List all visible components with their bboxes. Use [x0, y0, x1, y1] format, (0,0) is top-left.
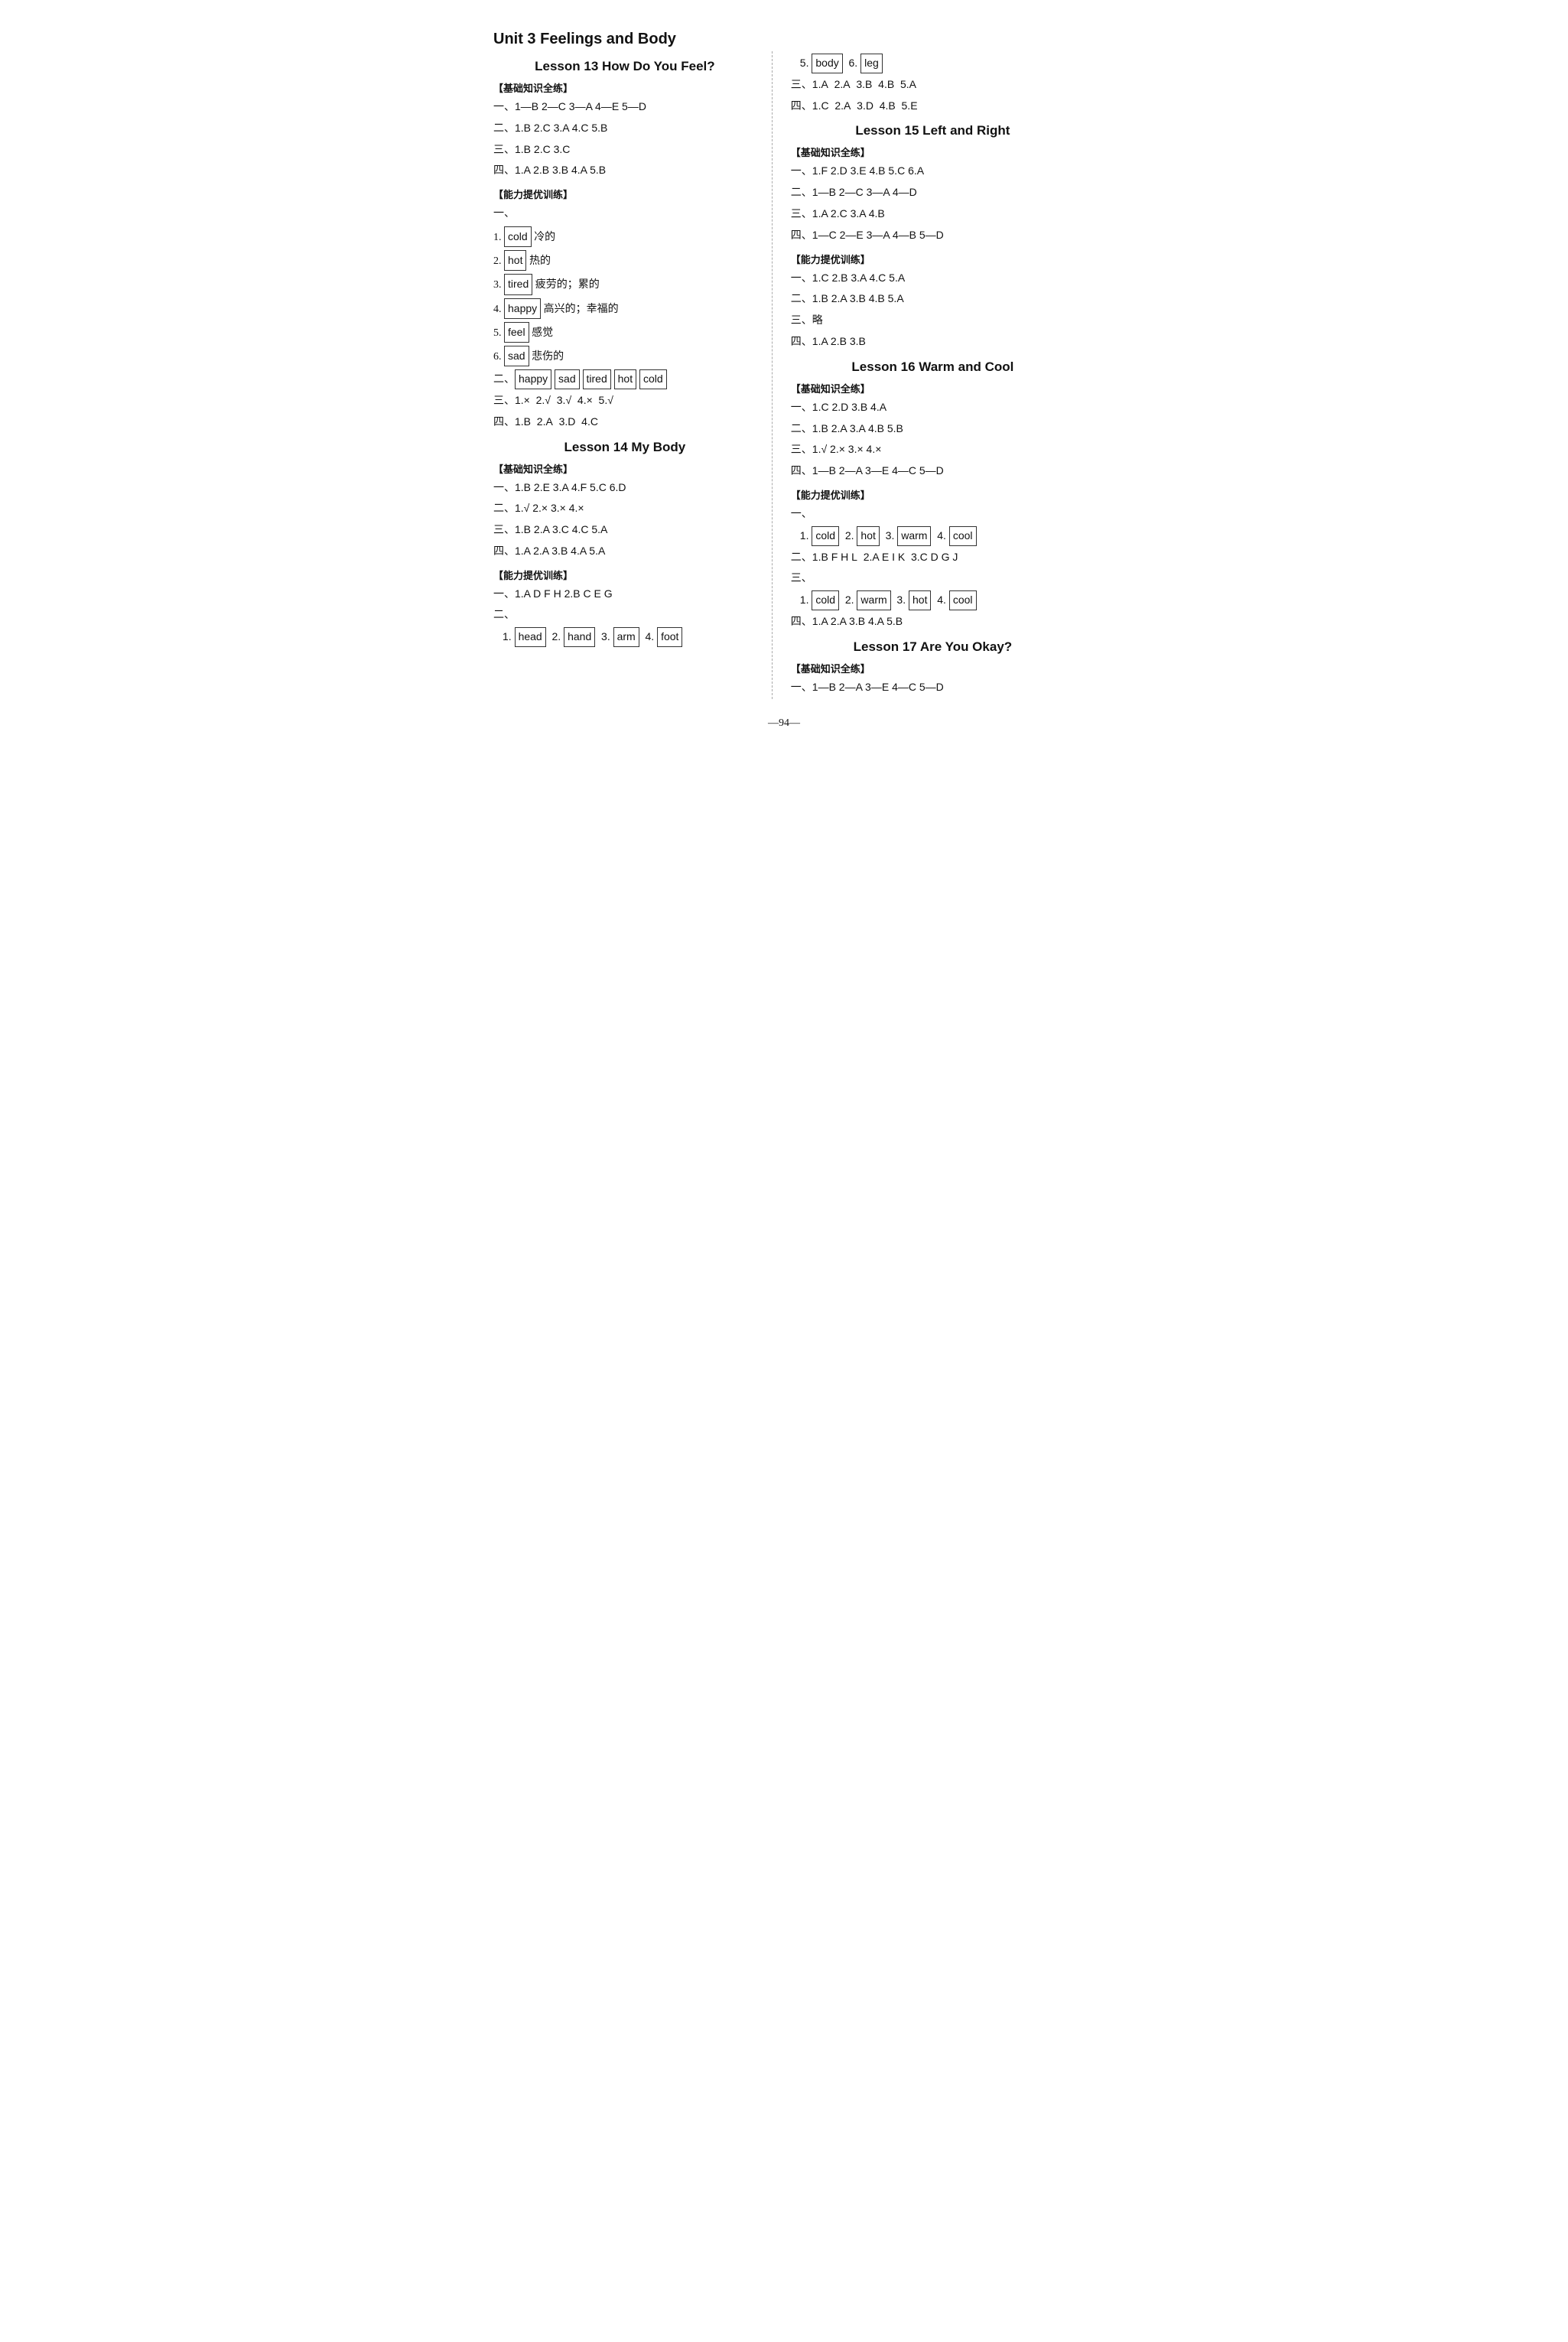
l13-neng-si: 四、1.B 2.A 3.D 4.C: [493, 413, 756, 432]
l14-jichu-1: 一、1.B 2.E 3.A 4.F 5.C 6.D: [493, 479, 756, 498]
unit-title: Unit 3 Feelings and Body: [493, 31, 1075, 48]
l15-neng-er: 二、1.B 2.A 3.B 4.B 5.A: [791, 290, 1075, 309]
l16-neng-si: 四、1.A 2.A 3.B 4.A 5.B: [791, 613, 1075, 632]
l15-neng-yi: 一、1.C 2.B 3.A 4.C 5.A: [791, 269, 1075, 288]
lesson15-neng-tag: 【能力提优训练】: [791, 252, 1075, 266]
page-wrapper: Unit 3 Feelings and Body Lesson 13 How D…: [493, 31, 1075, 730]
l13-jichu-4: 四、1.A 2.B 3.B 4.A 5.B: [493, 161, 756, 181]
l14-jichu-2: 二、1.√ 2.× 3.× 4.×: [493, 499, 756, 519]
lesson14-right-block: 5. body 6. leg 三、1.A 2.A 3.B 4.B 5.A 四、1…: [791, 54, 1075, 115]
lesson16-block: Lesson 16 Warm and Cool 【基础知识全练】 一、1.C 2…: [791, 359, 1075, 632]
lesson14-block: Lesson 14 My Body 【基础知识全练】 一、1.B 2.E 3.A…: [493, 440, 756, 648]
left-column: Lesson 13 How Do You Feel? 【基础知识全练】 一、1—…: [493, 51, 773, 699]
lesson16-title: Lesson 16 Warm and Cool: [791, 359, 1075, 375]
lesson16-neng-tag: 【能力提优训练】: [791, 487, 1075, 502]
l13-vocab-6: 6. sad 悲伤的: [493, 346, 756, 366]
lesson13-title: Lesson 13 How Do You Feel?: [493, 59, 756, 74]
l15-neng-san: 三、略: [791, 311, 1075, 330]
l15-jichu-3: 三、1.A 2.C 3.A 4.B: [791, 205, 1075, 224]
lesson14-title: Lesson 14 My Body: [493, 440, 756, 455]
lesson13-block: Lesson 13 How Do You Feel? 【基础知识全练】 一、1—…: [493, 59, 756, 432]
l16-neng-er: 二、1.B F H L 2.A E I K 3.C D G J: [791, 548, 1075, 568]
lesson14-jichu-tag: 【基础知识全练】: [493, 461, 756, 476]
l13-jichu-1: 一、1—B 2—C 3—A 4—E 5—D: [493, 98, 756, 117]
l13-jichu-3: 三、1.B 2.C 3.C: [493, 141, 756, 160]
l13-neng-yi-label: 一、: [493, 204, 756, 223]
l14-right-san: 三、1.A 2.A 3.B 4.B 5.A: [791, 76, 1075, 95]
lesson15-jichu-tag: 【基础知识全练】: [791, 145, 1075, 159]
lesson17-jichu-tag: 【基础知识全练】: [791, 661, 1075, 675]
l17-jichu-yi: 一、1—B 2—A 3—E 4—C 5—D: [791, 678, 1075, 698]
l13-jichu-2: 二、1.B 2.C 3.A 4.C 5.B: [493, 119, 756, 138]
l14-jichu-4: 四、1.A 2.A 3.B 4.A 5.A: [493, 542, 756, 561]
lesson15-title: Lesson 15 Left and Right: [791, 123, 1075, 138]
l15-jichu-1: 一、1.F 2.D 3.E 4.B 5.C 6.A: [791, 162, 1075, 181]
l13-vocab-5: 5. feel 感觉: [493, 322, 756, 343]
lesson13-neng-tag: 【能力提优训练】: [493, 187, 756, 201]
right-column: 5. body 6. leg 三、1.A 2.A 3.B 4.B 5.A 四、1…: [773, 51, 1075, 699]
lesson15-block: Lesson 15 Left and Right 【基础知识全练】 一、1.F …: [791, 123, 1075, 351]
l14-right-56: 5. body 6. leg: [800, 54, 1075, 73]
l16-jichu-3: 三、1.√ 2.× 3.× 4.×: [791, 441, 1075, 460]
l14-jichu-3: 三、1.B 2.A 3.C 4.C 5.A: [493, 521, 756, 540]
lesson17-block: Lesson 17 Are You Okay? 【基础知识全练】 一、1—B 2…: [791, 639, 1075, 698]
l14-neng-er-vocab: 1. head 2. hand 3. arm 4. foot: [503, 627, 756, 647]
l13-vocab-4: 4. happy 高兴的；幸福的: [493, 298, 756, 319]
l13-neng-er: 二、happy sad tired hot cold: [493, 369, 756, 389]
l16-jichu-2: 二、1.B 2.A 3.A 4.B 5.B: [791, 420, 1075, 439]
l14-neng-yi: 一、1.A D F H 2.B C E G: [493, 585, 756, 604]
l16-neng-yi-label: 一、: [791, 505, 1075, 524]
l16-neng-san-label: 三、: [791, 569, 1075, 588]
l16-jichu-4: 四、1—B 2—A 3—E 4—C 5—D: [791, 462, 1075, 481]
l16-jichu-1: 一、1.C 2.D 3.B 4.A: [791, 398, 1075, 418]
l13-neng-san: 三、1.× 2.√ 3.√ 4.× 5.√: [493, 392, 756, 411]
lesson17-title: Lesson 17 Are You Okay?: [791, 639, 1075, 655]
l15-jichu-2: 二、1—B 2—C 3—A 4—D: [791, 184, 1075, 203]
l16-neng-san-vocab: 1. cold 2. warm 3. hot 4. cool: [800, 590, 1075, 610]
lesson14-neng-tag: 【能力提优训练】: [493, 568, 756, 582]
l15-neng-si: 四、1.A 2.B 3.B: [791, 333, 1075, 352]
page-number: —94—: [493, 717, 1075, 730]
lesson13-jichu-tag: 【基础知识全练】: [493, 80, 756, 95]
l13-vocab-3: 3. tired 疲劳的；累的: [493, 274, 756, 294]
lesson16-jichu-tag: 【基础知识全练】: [791, 381, 1075, 395]
l16-neng-yi-vocab: 1. cold 2. hot 3. warm 4. cool: [800, 526, 1075, 546]
l13-vocab-2: 2. hot 热的: [493, 250, 756, 271]
l15-jichu-4: 四、1—C 2—E 3—A 4—B 5—D: [791, 226, 1075, 246]
l13-vocab-1: 1. cold 冷的: [493, 226, 756, 247]
l14-neng-er-label: 二、: [493, 606, 756, 625]
l14-right-si: 四、1.C 2.A 3.D 4.B 5.E: [791, 97, 1075, 116]
